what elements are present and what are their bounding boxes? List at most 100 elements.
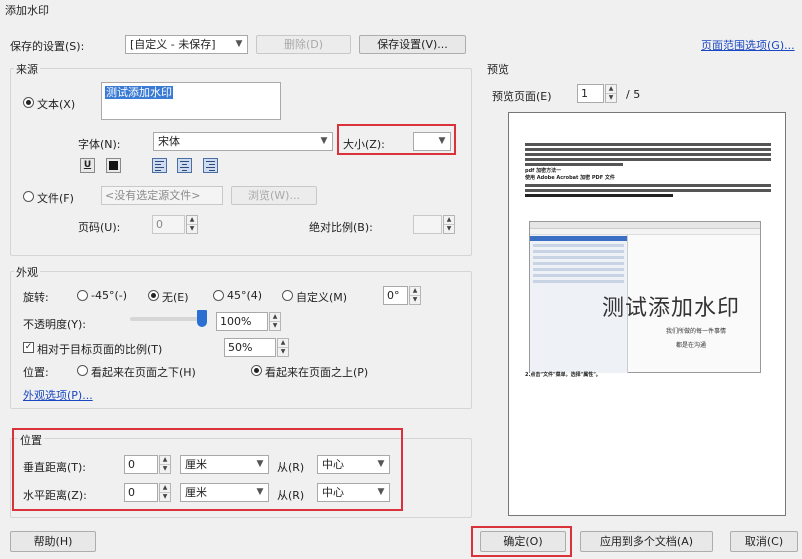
preview-canvas: pdf 加密方法一 使用 Adobe Acrobat 加密 PDF 文件 测试添… xyxy=(508,112,786,516)
above-page-radio[interactable] xyxy=(251,365,262,376)
delete-button[interactable]: 删除(D) xyxy=(256,35,351,54)
rotation-custom-stepper[interactable]: ▲ ▼ xyxy=(409,286,421,305)
spin-down-icon: ▼ xyxy=(412,295,418,303)
page-number-input[interactable]: 0 xyxy=(152,215,185,234)
spin-up-icon: ▲ xyxy=(187,216,197,225)
horizontal-unit-select[interactable]: 厘米 ▼ xyxy=(180,483,269,502)
preview-embedded-screenshot: 测试添加水印 我们所做的每一件事情 都是在沟通 xyxy=(529,221,761,373)
text-color-button[interactable] xyxy=(106,158,121,173)
spin-up-icon: ▲ xyxy=(270,313,280,322)
rotation-custom-radio[interactable] xyxy=(282,290,293,301)
preview-inner-caption-2: 都是在沟通 xyxy=(676,342,707,349)
opacity-label: 不透明度(Y): xyxy=(23,318,87,331)
help-button[interactable]: 帮助(H) xyxy=(10,531,96,552)
source-group-title: 来源 xyxy=(14,61,40,77)
behind-page-radio[interactable] xyxy=(77,365,88,376)
spin-down-icon: ▼ xyxy=(446,224,452,232)
chevron-down-icon: ▼ xyxy=(377,487,385,497)
vertical-distance-stepper[interactable]: ▲ ▼ xyxy=(159,455,171,474)
spin-down-icon: ▼ xyxy=(608,93,614,101)
spin-down-icon: ▼ xyxy=(272,321,278,329)
absolute-scale-label: 绝对比例(B): xyxy=(309,221,373,234)
watermark-text-value: 测试添加水印 xyxy=(105,86,173,99)
rotation-none-radio[interactable] xyxy=(148,290,159,301)
opacity-input[interactable]: 100% xyxy=(216,312,268,331)
page-number-stepper[interactable]: ▲ ▼ xyxy=(186,215,198,234)
vertical-anchor-select[interactable]: 中心 ▼ xyxy=(317,455,390,474)
preview-inner-caption-1: 我们所做的每一件事情 xyxy=(666,328,727,335)
saved-settings-label: 保存的设置(S): xyxy=(10,40,85,53)
file-radio[interactable] xyxy=(23,191,34,202)
rotation-custom-input[interactable]: 0° xyxy=(383,286,408,305)
horizontal-distance-label: 水平距离(Z): xyxy=(23,489,87,502)
rotation-label: 旋转: xyxy=(23,291,49,304)
absolute-scale-input[interactable] xyxy=(413,215,442,234)
preview-doc-heading-1: pdf 加密方法一 xyxy=(525,168,562,174)
preview-watermark-text: 测试添加水印 xyxy=(602,296,741,321)
horizontal-anchor-select[interactable]: 中心 ▼ xyxy=(317,483,390,502)
relative-scale-stepper[interactable]: ▲ ▼ xyxy=(277,338,289,357)
opacity-stepper[interactable]: ▲ ▼ xyxy=(269,312,281,331)
vertical-from-label: 从(R) xyxy=(277,461,305,474)
source-file-field: <没有选定源文件> xyxy=(101,186,223,205)
opacity-slider-thumb[interactable] xyxy=(197,310,207,327)
ok-highlight-box xyxy=(471,526,572,557)
vertical-distance-input[interactable]: 0 xyxy=(124,455,158,474)
preview-page-stepper[interactable]: ▲ ▼ xyxy=(605,84,617,103)
apply-multiple-button[interactable]: 应用到多个文档(A) xyxy=(580,531,713,552)
appearance-group-title: 外观 xyxy=(14,264,40,280)
spin-up-icon: ▲ xyxy=(160,484,170,493)
horizontal-from-label: 从(R) xyxy=(277,489,305,502)
page-number-label: 页码(U): xyxy=(78,221,121,234)
preview-doc-footer: 2.点击"文件"菜单，选择"属性"。 xyxy=(525,372,601,378)
horizontal-distance-stepper[interactable]: ▲ ▼ xyxy=(159,483,171,502)
appearance-options-link[interactable]: 外观选项(P)... xyxy=(23,387,93,403)
layer-position-label: 位置: xyxy=(23,366,49,379)
preview-title: 预览 xyxy=(487,63,509,76)
chevron-down-icon: ▼ xyxy=(320,136,328,146)
spin-down-icon: ▼ xyxy=(189,224,195,232)
chevron-down-icon: ▼ xyxy=(256,487,264,497)
rotation-custom-label: 自定义(M) xyxy=(296,291,348,304)
size-highlight-box xyxy=(337,124,456,155)
behind-page-label: 看起来在页面之下(H) xyxy=(91,366,196,379)
spin-up-icon: ▲ xyxy=(606,85,616,94)
chevron-down-icon: ▼ xyxy=(256,459,264,469)
spin-down-icon: ▼ xyxy=(162,464,168,472)
saved-settings-select[interactable]: [自定义 - 未保存] ▼ xyxy=(125,35,248,54)
preview-doc-heading-2: 使用 Adobe Acrobat 加密 PDF 文件 xyxy=(525,175,615,181)
opacity-slider-track[interactable] xyxy=(130,317,202,321)
browse-button[interactable]: 浏览(W)... xyxy=(231,186,317,205)
relative-scale-checkbox[interactable]: ✓ xyxy=(23,342,34,353)
spin-up-icon: ▲ xyxy=(444,216,454,225)
above-page-label: 看起来在页面之上(P) xyxy=(265,366,369,379)
preview-doc-text: pdf 加密方法一 使用 Adobe Acrobat 加密 PDF 文件 xyxy=(525,141,771,199)
horizontal-distance-input[interactable]: 0 xyxy=(124,483,158,502)
absolute-scale-stepper[interactable]: ▲ ▼ xyxy=(443,215,455,234)
spin-up-icon: ▲ xyxy=(278,339,288,348)
relative-scale-input[interactable]: 50% xyxy=(224,338,276,357)
align-left-button[interactable] xyxy=(152,158,167,173)
font-select[interactable]: 宋体 ▼ xyxy=(153,132,333,151)
preview-page-input[interactable]: 1 xyxy=(577,84,604,103)
vertical-unit-select[interactable]: 厘米 ▼ xyxy=(180,455,269,474)
cancel-button[interactable]: 取消(C) xyxy=(730,531,798,552)
text-radio[interactable] xyxy=(23,97,34,108)
underline-button[interactable]: U xyxy=(80,158,95,173)
window-title: 添加水印 xyxy=(5,4,49,17)
align-right-button[interactable] xyxy=(203,158,218,173)
align-center-button[interactable] xyxy=(177,158,192,173)
save-settings-button[interactable]: 保存设置(V)... xyxy=(359,35,466,54)
rotation-45-label: 45°(4) xyxy=(227,289,263,302)
text-radio-label: 文本(X) xyxy=(37,98,76,111)
watermark-text-input[interactable]: 测试添加水印 xyxy=(101,82,281,120)
rotation-minus45-radio[interactable] xyxy=(77,290,88,301)
rotation-45-radio[interactable] xyxy=(213,290,224,301)
file-radio-label: 文件(F) xyxy=(37,192,74,205)
vertical-distance-label: 垂直距离(T): xyxy=(23,461,87,474)
page-range-options-link[interactable]: 页面范围选项(G)... xyxy=(701,37,795,53)
preview-page-total: / 5 xyxy=(626,88,641,101)
rotation-minus45-label: -45°(-) xyxy=(91,289,128,302)
spin-up-icon: ▲ xyxy=(160,456,170,465)
spin-down-icon: ▼ xyxy=(280,347,286,355)
